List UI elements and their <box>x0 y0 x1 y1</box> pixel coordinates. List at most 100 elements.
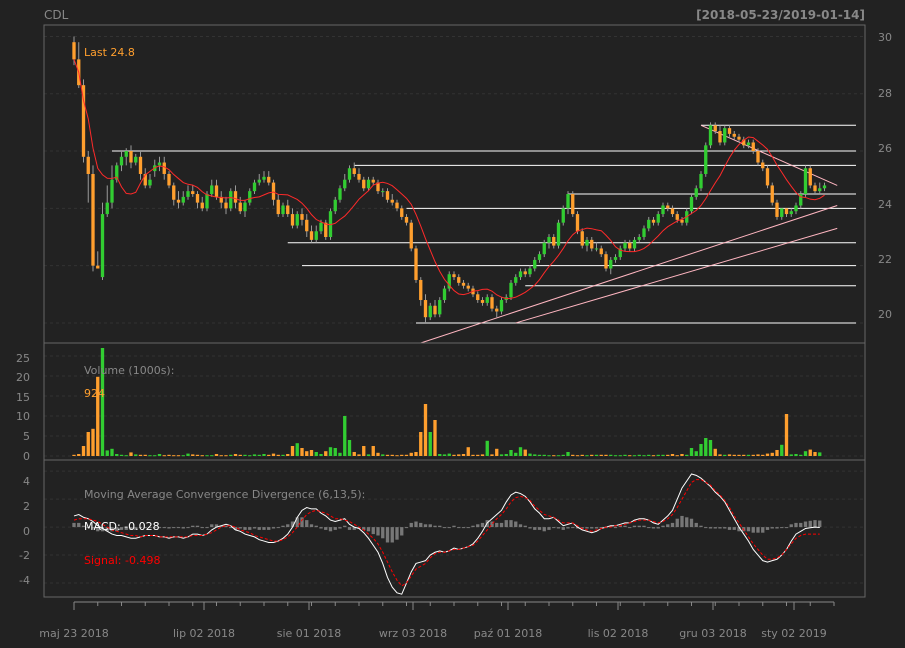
macd-histogram-bar-151 <box>789 524 793 528</box>
macd-histogram-bar-67 <box>390 527 394 543</box>
candle-body-58 <box>347 168 352 180</box>
candle-body-23 <box>181 196 185 203</box>
volume-bar-68 <box>395 455 399 457</box>
candle-body-25 <box>191 191 195 195</box>
volume-bar-98 <box>537 454 542 456</box>
volume-bar-134 <box>708 440 713 456</box>
candle-body-72 <box>414 248 418 280</box>
volume-bar-3 <box>86 432 90 456</box>
volume-bar-65 <box>381 454 385 456</box>
volume-bar-31 <box>219 455 223 457</box>
macd-histogram-bar-99 <box>542 527 546 532</box>
candle-body-147 <box>770 185 774 203</box>
x-label-6: gru 03 2018 <box>679 627 746 640</box>
volume-bar-113 <box>609 454 613 456</box>
volume-bar-76 <box>433 420 437 456</box>
volume-bar-108 <box>585 455 589 457</box>
macd-histogram-bar-85 <box>476 524 480 528</box>
volume-bar-88 <box>490 454 494 456</box>
volume-bar-48 <box>300 448 304 456</box>
candle-body-145 <box>761 162 765 169</box>
volume-bar-100 <box>547 455 551 457</box>
candle-body-105 <box>571 194 575 215</box>
x-label-5: lis 02 2018 <box>588 627 649 640</box>
macd-histogram-bar-150 <box>784 527 789 529</box>
candle-body-70 <box>404 216 409 223</box>
macd-histogram-bar-94 <box>518 524 523 528</box>
candle-body-146 <box>765 168 770 186</box>
volume-bar-20 <box>167 454 171 456</box>
volume-bar-62 <box>366 454 371 456</box>
candle-body-59 <box>352 168 356 174</box>
macd-histogram-bar-124 <box>661 525 665 528</box>
macd-histogram-bar-142 <box>746 527 751 532</box>
candle-body-36 <box>243 202 247 212</box>
candle-body-37 <box>248 191 252 203</box>
macd-tick-neg2: -2 <box>19 549 30 562</box>
macd-histogram-bar-93 <box>514 521 518 528</box>
volume-bar-129 <box>685 454 689 456</box>
volume-bar-2 <box>81 446 86 456</box>
macd-histogram-bar-42 <box>271 527 276 529</box>
volume-bar-45 <box>286 454 290 456</box>
volume-bar-30 <box>214 454 219 456</box>
volume-bar-1 <box>77 454 81 456</box>
macd-histogram-bar-139 <box>732 527 736 530</box>
candle-body-73 <box>419 279 423 301</box>
volume-bar-56 <box>338 452 342 456</box>
candle-body-128 <box>680 219 684 223</box>
candle-body-11 <box>124 151 128 157</box>
volume-bar-4 <box>91 428 95 456</box>
volume-bar-120 <box>642 455 646 457</box>
volume-bar-71 <box>409 452 413 456</box>
candle-body-41 <box>267 176 271 183</box>
macd-histogram-bar-53 <box>324 527 328 530</box>
macd-histogram-bar-77 <box>438 525 442 528</box>
volume-bar-37 <box>248 455 252 457</box>
candle-body-102 <box>556 222 561 246</box>
macd-histogram-bar-76 <box>433 525 437 528</box>
candle-body-43 <box>276 199 280 215</box>
macd-histogram-bar-143 <box>751 527 755 533</box>
volume-bar-54 <box>328 447 333 456</box>
candle-body-121 <box>647 219 651 229</box>
macd-histogram-bar-126 <box>670 522 675 528</box>
candle-body-138 <box>727 128 732 134</box>
candle-body-85 <box>476 294 480 301</box>
candle-body-26 <box>195 194 200 203</box>
macd-histogram-bar-50 <box>309 524 314 528</box>
macd-histogram-bar-101 <box>552 527 556 529</box>
macd-histogram-bar-134 <box>708 527 713 529</box>
candle-body-96 <box>528 268 532 275</box>
volume-bar-9 <box>115 454 119 456</box>
candle-body-109 <box>590 239 594 249</box>
candle-body-67 <box>390 199 394 203</box>
candle-body-133 <box>704 145 708 174</box>
macd-histogram-bar-73 <box>419 522 423 528</box>
volume-bar-156 <box>813 452 817 456</box>
volume-bar-109 <box>590 454 594 456</box>
macd-histogram-bar-155 <box>808 520 812 528</box>
candle-body-18 <box>157 162 162 166</box>
volume-bar-73 <box>419 432 423 456</box>
candle-body-19 <box>162 162 166 174</box>
macd-histogram-bar-100 <box>547 527 551 530</box>
candle-body-127 <box>675 214 679 220</box>
candle-body-99 <box>542 242 546 255</box>
candle-body-33 <box>229 191 233 209</box>
volume-bar-43 <box>276 454 280 456</box>
chart-root: CDL [2018-05-23/2019-01-14] 30 28 26 24 … <box>0 0 905 644</box>
volume-bar-107 <box>580 454 584 456</box>
volume-bar-41 <box>267 454 271 456</box>
volume-bar-139 <box>732 454 736 456</box>
macd-histogram-bar-123 <box>656 527 660 529</box>
volume-bar-53 <box>324 451 328 456</box>
x-label-2: sie 01 2018 <box>277 627 342 640</box>
macd-histogram-bar-81 <box>457 527 461 529</box>
macd-histogram-bar-92 <box>509 520 513 528</box>
macd-histogram-bar-102 <box>556 527 561 529</box>
macd-histogram-bar-137 <box>723 527 727 529</box>
volume-bar-152 <box>794 454 798 456</box>
candle-body-158 <box>822 185 827 189</box>
macd-histogram-bar-130 <box>689 518 694 528</box>
